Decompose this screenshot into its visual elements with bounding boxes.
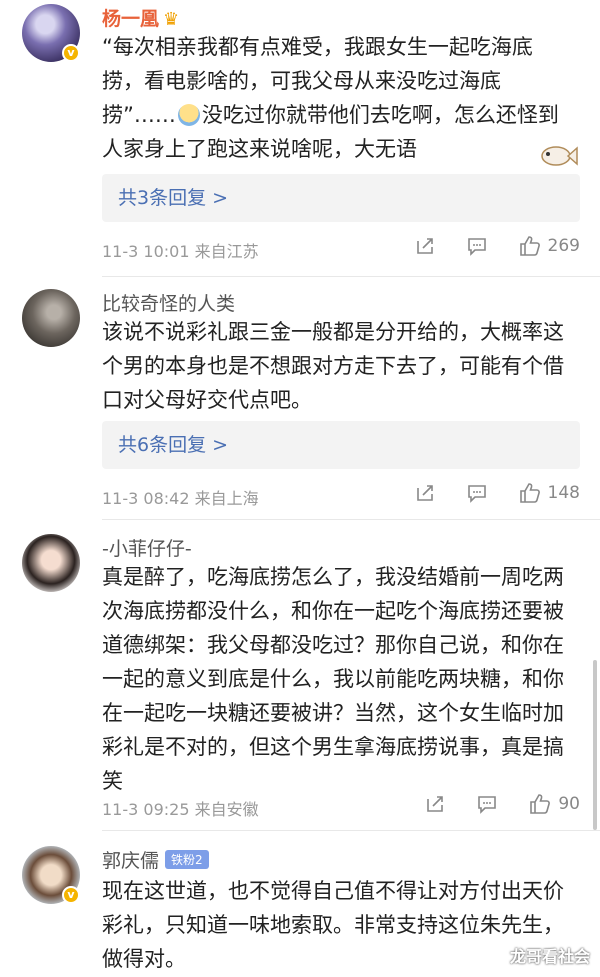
share-icon [427,796,444,812]
verified-badge-icon: v [62,886,80,904]
emoji-icon [177,104,200,126]
divider [102,519,600,520]
reply-button[interactable] [466,482,488,504]
reply-button[interactable] [466,235,488,257]
like-count: 148 [547,483,580,503]
avatar[interactable] [22,534,80,592]
comment-text: “每次相亲我都有点难受，我跟女生一起吃海底捞，看电影啥的，可我父母从来没吃过海底… [102,35,559,161]
comment-text: 现在这世道，也不觉得自己值不得让对方付出天价彩礼，只知道一味地索取。非常支持这位… [102,879,564,971]
comment-icon [478,796,497,814]
username[interactable]: 杨一凰 ♛ [102,4,179,31]
thumbs-up-icon [519,236,540,256]
avatar[interactable] [22,289,80,347]
crown-icon: ♛ [163,9,180,30]
comment-icon [467,238,486,256]
thumbs-up-icon [519,483,540,503]
timestamp-location: 11-3 10:01 来自江苏 [102,242,259,261]
view-replies-button[interactable]: 共3条回复 > [102,174,580,222]
scrollbar[interactable] [593,660,597,830]
share-icon [416,238,433,254]
watermark: 龙哥看社会 [509,947,590,966]
like-button[interactable]: 269 [518,234,580,258]
verified-badge-icon: v [62,44,80,62]
comment-actions: 148 [414,481,580,505]
timestamp-location: 11-3 08:42 来自上海 [102,489,259,508]
fish-sticker-icon [541,146,578,166]
username[interactable]: -小菲仔仔- [102,534,192,561]
comment-actions: 269 [414,234,580,258]
like-count: 269 [547,236,580,256]
divider [102,830,600,831]
view-replies-button[interactable]: 共6条回复 > [102,421,580,469]
fan-level-badge: 铁粉2 [165,850,209,869]
comment-icon [467,485,486,503]
comment-text: 该说不说彩礼跟三金一般都是分开给的，大概率这个男的本身也是不想跟对方走下去了，可… [102,320,564,412]
reply-button[interactable] [476,793,498,815]
comment-actions: 90 [424,792,580,816]
like-button[interactable]: 90 [528,792,580,816]
share-button[interactable] [414,482,436,504]
like-button[interactable]: 148 [518,481,580,505]
thumbs-up-icon [530,794,551,814]
share-button[interactable] [424,793,446,815]
like-count: 90 [558,794,580,814]
comment-text: 真是醉了，吃海底捞怎么了，我没结婚前一周吃两次海底捞都没什么，和你在一起吃个海底… [102,565,564,793]
share-button[interactable] [414,235,436,257]
username[interactable]: 比较奇怪的人类 [102,289,235,316]
timestamp-location: 11-3 09:25 来自安徽 [102,800,259,819]
share-icon [416,485,433,501]
username[interactable]: 郭庆儒 铁粉2 [102,846,209,873]
divider [102,276,600,277]
